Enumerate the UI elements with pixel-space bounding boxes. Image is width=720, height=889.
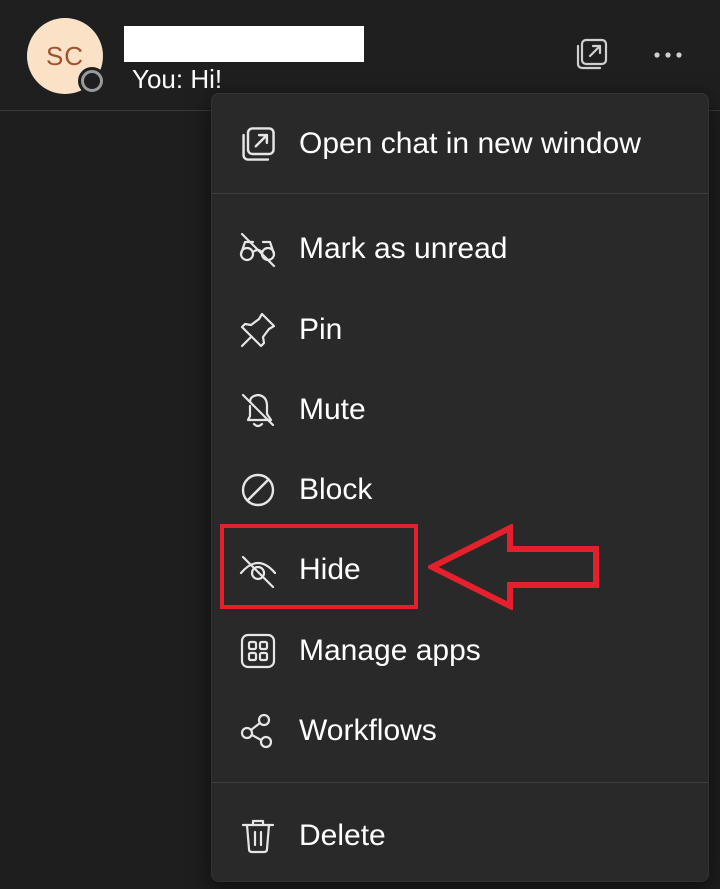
more-options-button[interactable] [648, 34, 688, 74]
menu-item-label: Open chat in new window [299, 127, 641, 160]
menu-item-label: Workflows [299, 714, 437, 747]
menu-item-pin[interactable]: Pin [212, 297, 708, 363]
menu-item-label: Mark as unread [299, 232, 508, 265]
menu-item-label: Pin [299, 313, 343, 346]
popout-icon [574, 36, 610, 72]
menu-item-label: Manage apps [299, 634, 481, 667]
menu-item-label: Mute [299, 393, 366, 426]
block-icon [236, 468, 280, 512]
contact-name-redacted [124, 26, 364, 62]
avatar-initials: SC [45, 40, 85, 71]
menu-item-delete[interactable]: Delete [212, 803, 708, 869]
pin-icon [236, 308, 280, 352]
popout-icon [236, 122, 280, 166]
annotation-arrow-icon [428, 524, 600, 610]
popout-button[interactable] [572, 34, 612, 74]
menu-item-mark-unread[interactable]: Mark as unread [212, 216, 708, 282]
menu-item-label: Delete [299, 819, 386, 852]
menu-item-mute[interactable]: Mute [212, 377, 708, 443]
menu-divider [212, 193, 708, 194]
chat-context-menu: Open chat in new window Mark as unread P… [211, 93, 709, 882]
menu-item-label: Block [299, 473, 373, 506]
menu-item-manage-apps[interactable]: Manage apps [212, 618, 708, 684]
annotation-highlight-box [220, 524, 418, 609]
bell-off-icon [236, 388, 280, 432]
apps-grid-icon [236, 629, 280, 673]
last-message-preview: You: Hi! [132, 64, 223, 94]
workflows-icon [236, 709, 280, 753]
more-options-icon [650, 36, 686, 72]
presence-status-icon [78, 67, 106, 95]
menu-item-workflows[interactable]: Workflows [212, 698, 708, 764]
menu-item-open-new-window[interactable]: Open chat in new window [212, 111, 708, 177]
menu-divider [212, 782, 708, 783]
trash-icon [236, 814, 280, 858]
menu-item-block[interactable]: Block [212, 457, 708, 523]
mark-unread-icon [236, 227, 280, 271]
